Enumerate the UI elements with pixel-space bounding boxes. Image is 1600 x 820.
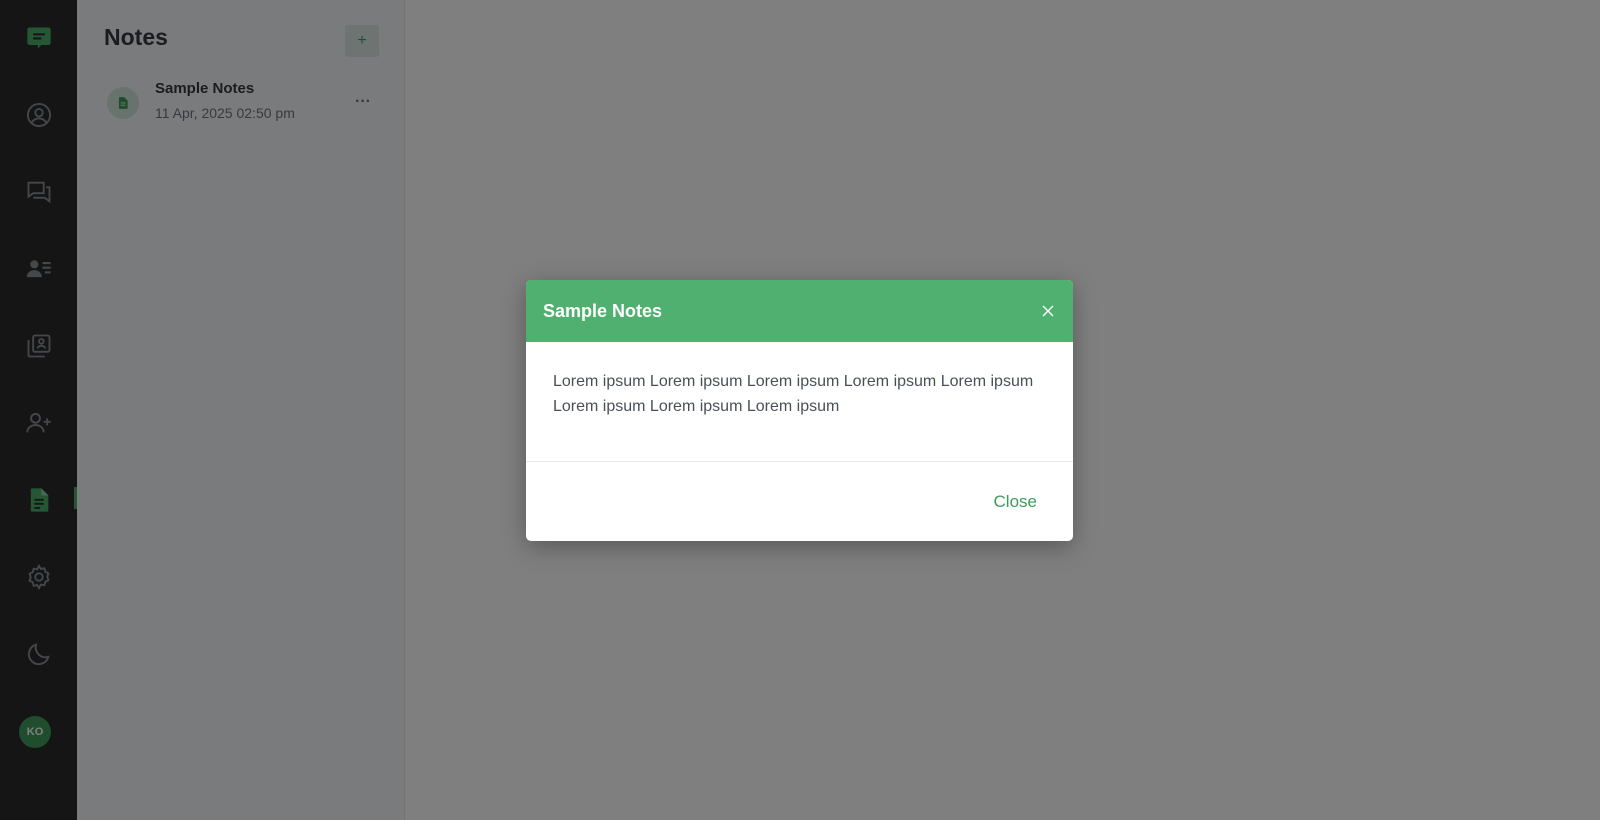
modal-body: Lorem ipsum Lorem ipsum Lorem ipsum Lore… <box>526 342 1073 462</box>
close-button[interactable]: Close <box>994 492 1037 512</box>
app: KO Notes + Sample Notes 11 Apr, 2025 02:… <box>0 0 1600 820</box>
note-modal: Sample Notes Lorem ipsum Lorem ipsum Lor… <box>526 280 1073 541</box>
close-icon[interactable] <box>1037 300 1059 322</box>
modal-title: Sample Notes <box>543 300 663 321</box>
modal-header: Sample Notes <box>526 280 1073 342</box>
modal-footer: Close <box>526 462 1073 541</box>
